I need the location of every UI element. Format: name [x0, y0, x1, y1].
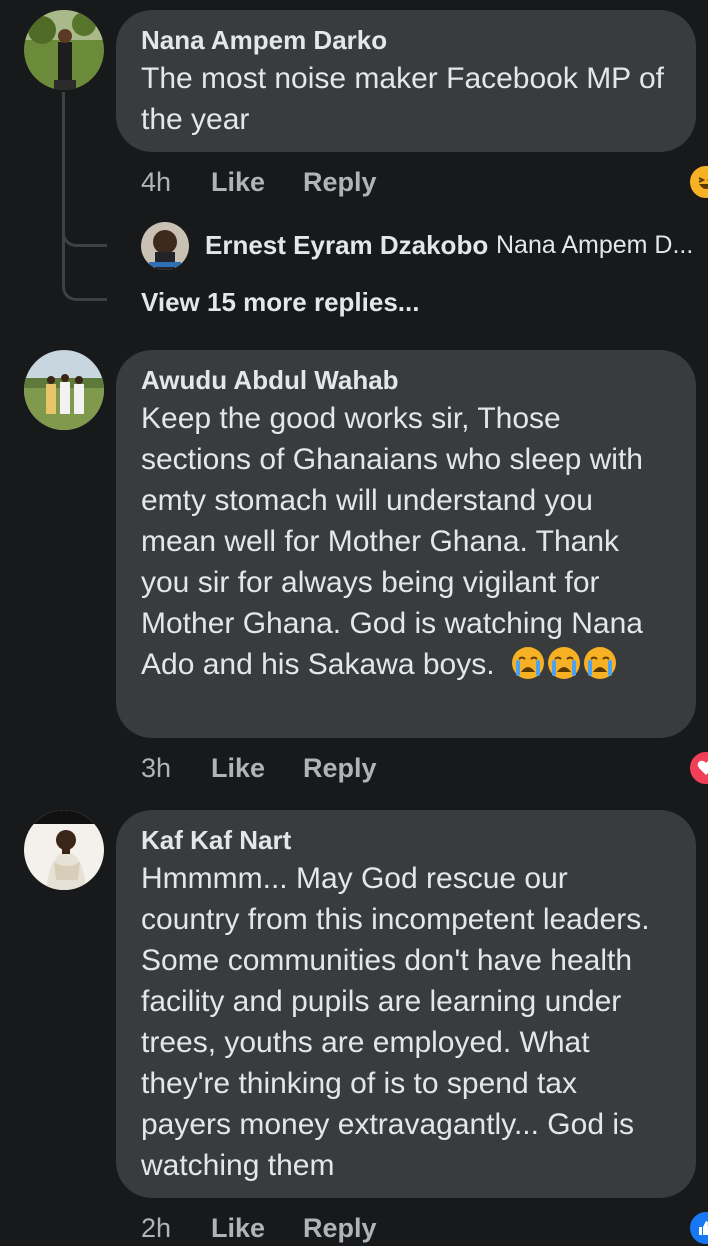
- like-button[interactable]: Like: [211, 1210, 265, 1246]
- crying-face-icon: [583, 647, 616, 679]
- comment-time[interactable]: 3h: [141, 750, 171, 786]
- like-icon: [688, 1210, 708, 1246]
- avatar[interactable]: [24, 350, 104, 430]
- comment-author[interactable]: Awudu Abdul Wahab: [141, 364, 670, 396]
- reply-snippet: Nana Ampem D...: [496, 231, 694, 259]
- thread-connector: [62, 240, 107, 301]
- reply-avatar[interactable]: [141, 222, 189, 270]
- reply-preview[interactable]: Ernest Eyram Dzakobo Nana Ampem D...: [141, 222, 701, 272]
- crying-face-icon: [547, 647, 580, 679]
- reply-button[interactable]: Reply: [303, 164, 377, 200]
- comment-thread: Nana Ampem Darko The most noise maker Fa…: [0, 0, 708, 330]
- like-button[interactable]: Like: [211, 750, 265, 786]
- like-button[interactable]: Like: [211, 164, 265, 200]
- comment-author[interactable]: Kaf Kaf Nart: [141, 824, 670, 856]
- comment-time[interactable]: 4h: [141, 164, 171, 200]
- inline-emojis: [511, 647, 619, 681]
- avatar[interactable]: [24, 10, 104, 90]
- reply-button[interactable]: Reply: [303, 750, 377, 786]
- comment-time[interactable]: 2h: [141, 1210, 171, 1246]
- haha-icon: [688, 164, 708, 200]
- comment-actions: 4h Like Reply 10: [141, 164, 708, 200]
- love-icon: [688, 750, 708, 786]
- reply-button[interactable]: Reply: [303, 1210, 377, 1246]
- comment-text: The most noise maker Facebook MP of the …: [141, 62, 665, 136]
- reply-author[interactable]: Ernest Eyram Dzakobo: [205, 230, 488, 261]
- comment-bubble: Nana Ampem Darko The most noise maker Fa…: [116, 10, 696, 152]
- crying-face-icon: [511, 647, 544, 679]
- comment-bubble: Awudu Abdul Wahab Keep the good works si…: [116, 350, 696, 738]
- comment-actions: 3h Like Reply 5: [141, 750, 708, 786]
- comment-actions: 2h Like Reply 1: [141, 1210, 708, 1246]
- comment-text: Keep the good works sir, Those sections …: [141, 402, 643, 681]
- view-more-replies-link[interactable]: View 15 more replies...: [141, 287, 419, 318]
- comment-text-block: Keep the good works sir, Those sections …: [141, 398, 670, 685]
- comment-author[interactable]: Nana Ampem Darko: [141, 24, 670, 56]
- avatar[interactable]: [24, 810, 104, 890]
- comment-text: Hmmmm... May God rescue our country from…: [141, 862, 650, 1182]
- comment-bubble: Kaf Kaf Nart Hmmmm... May God rescue our…: [116, 810, 696, 1198]
